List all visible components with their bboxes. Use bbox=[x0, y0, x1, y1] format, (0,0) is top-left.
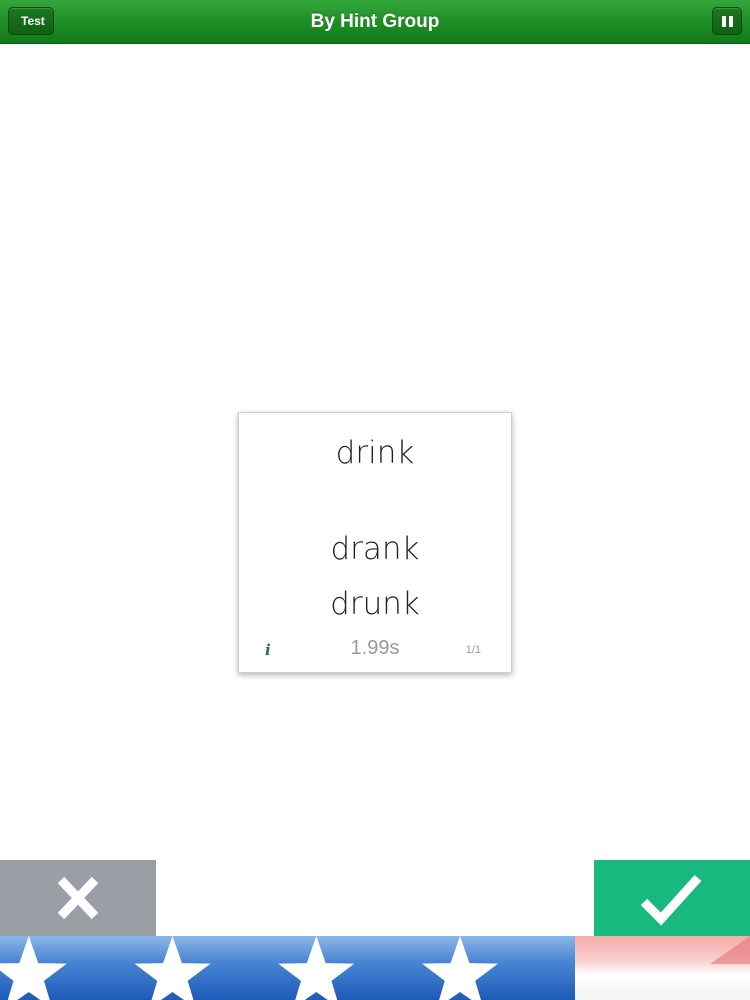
correct-button[interactable] bbox=[594, 860, 750, 936]
checkmark-icon bbox=[640, 874, 702, 926]
star-icon bbox=[422, 936, 498, 1000]
card-counter: 1/1 bbox=[465, 644, 481, 656]
progress-facet bbox=[710, 936, 750, 964]
star-icon bbox=[0, 936, 67, 1000]
close-icon bbox=[57, 876, 99, 920]
wrong-button[interactable] bbox=[0, 860, 156, 936]
answer-word-past: drank bbox=[330, 531, 420, 567]
star-icon bbox=[134, 936, 211, 1000]
prompt-word: drink bbox=[335, 435, 415, 471]
pause-icon bbox=[722, 16, 733, 27]
page-title: By Hint Group bbox=[310, 11, 440, 32]
answer-word-participle: drunk bbox=[330, 586, 420, 622]
progress-strip bbox=[0, 936, 750, 1000]
star-icon bbox=[278, 936, 355, 1000]
navigation-bar: Test By Hint Group bbox=[0, 0, 750, 44]
flashcard: drink drank drunk i 1.99s 1/1 bbox=[238, 412, 512, 673]
pause-button[interactable] bbox=[712, 7, 742, 35]
progress-stars bbox=[0, 936, 750, 1000]
